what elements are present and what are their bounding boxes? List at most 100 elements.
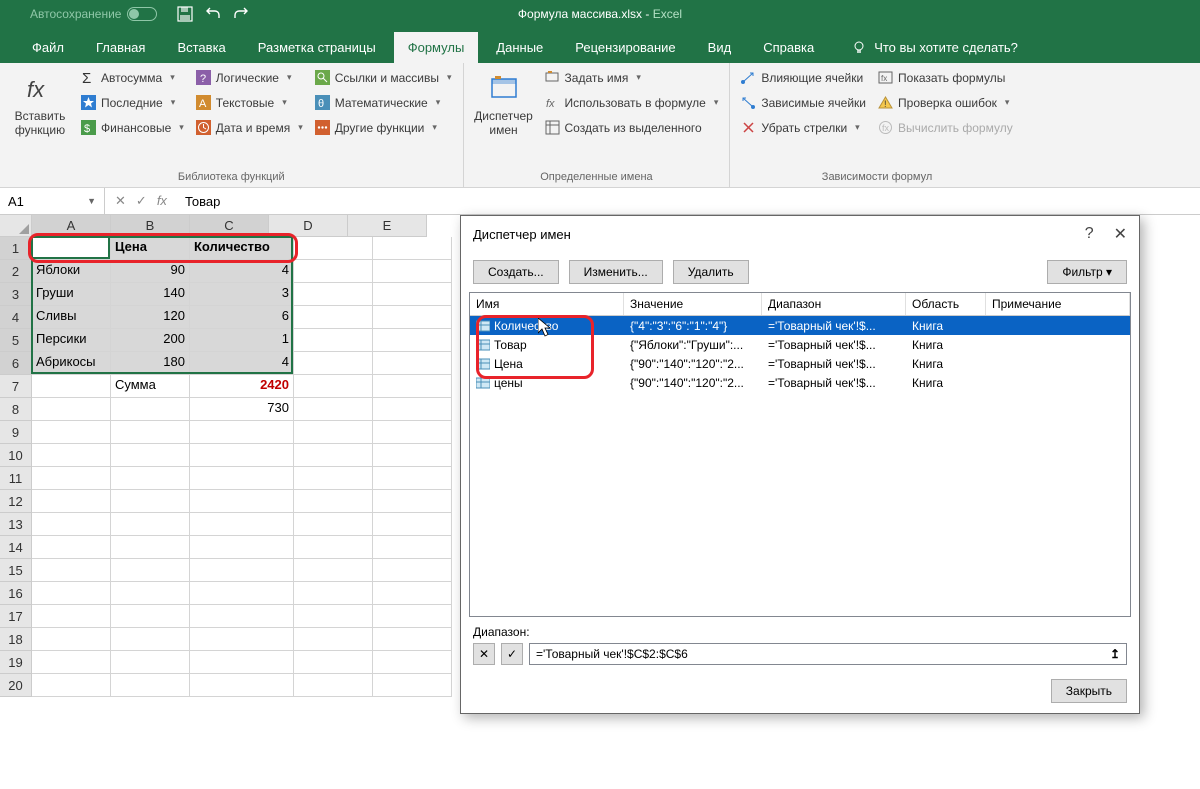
row-header[interactable]: 8 bbox=[0, 398, 32, 421]
cell[interactable] bbox=[294, 605, 373, 628]
row-header[interactable]: 3 bbox=[0, 283, 32, 306]
cell[interactable] bbox=[294, 559, 373, 582]
tab-help[interactable]: Справка bbox=[749, 32, 828, 63]
cell[interactable] bbox=[294, 260, 373, 283]
row-header[interactable]: 10 bbox=[0, 444, 32, 467]
cell[interactable] bbox=[294, 283, 373, 306]
cell[interactable]: 730 bbox=[190, 398, 294, 421]
row-header[interactable]: 18 bbox=[0, 628, 32, 651]
cell[interactable] bbox=[32, 651, 111, 674]
col-scope[interactable]: Область bbox=[906, 293, 986, 315]
autosum-button[interactable]: ΣАвтосумма bbox=[78, 69, 187, 86]
dialog-titlebar[interactable]: Диспетчер имен ? ✕ bbox=[461, 216, 1139, 252]
cell[interactable]: Груши bbox=[32, 283, 111, 306]
cell[interactable]: Яблоки bbox=[32, 260, 111, 283]
cell[interactable] bbox=[294, 651, 373, 674]
tell-me[interactable]: Что вы хотите сделать? bbox=[852, 32, 1018, 63]
cell[interactable] bbox=[294, 306, 373, 329]
help-icon[interactable]: ? bbox=[1085, 225, 1094, 243]
cell[interactable] bbox=[32, 559, 111, 582]
cell[interactable] bbox=[373, 444, 452, 467]
col-header[interactable]: B bbox=[111, 215, 190, 237]
row-header[interactable]: 5 bbox=[0, 329, 32, 352]
cell[interactable] bbox=[373, 628, 452, 651]
cell[interactable] bbox=[190, 674, 294, 697]
cell[interactable] bbox=[32, 605, 111, 628]
col-value[interactable]: Значение bbox=[624, 293, 762, 315]
cell[interactable] bbox=[294, 582, 373, 605]
row-header[interactable]: 15 bbox=[0, 559, 32, 582]
row-header[interactable]: 17 bbox=[0, 605, 32, 628]
tab-home[interactable]: Главная bbox=[82, 32, 159, 63]
tab-review[interactable]: Рецензирование bbox=[561, 32, 689, 63]
cell[interactable] bbox=[190, 467, 294, 490]
cell[interactable]: 140 bbox=[111, 283, 190, 306]
redo-icon[interactable] bbox=[233, 6, 249, 22]
cell[interactable] bbox=[373, 467, 452, 490]
cell[interactable] bbox=[294, 467, 373, 490]
cell[interactable] bbox=[190, 651, 294, 674]
col-comment[interactable]: Примечание bbox=[986, 293, 1130, 315]
cells-area[interactable]: ТоварЦенаКоличество Яблоки904 Груши1403 … bbox=[32, 237, 452, 697]
cell[interactable] bbox=[190, 444, 294, 467]
cell[interactable] bbox=[32, 582, 111, 605]
cell[interactable] bbox=[373, 513, 452, 536]
row-header[interactable]: 1 bbox=[0, 237, 32, 260]
row-header[interactable]: 6 bbox=[0, 352, 32, 375]
col-header[interactable]: E bbox=[348, 215, 427, 237]
row-header[interactable]: 20 bbox=[0, 674, 32, 697]
cell[interactable]: Абрикосы bbox=[32, 352, 111, 375]
cell[interactable]: Цена bbox=[111, 237, 190, 260]
cell[interactable] bbox=[294, 444, 373, 467]
row-header[interactable]: 13 bbox=[0, 513, 32, 536]
show-formulas-button[interactable]: fxПоказать формулы bbox=[875, 69, 1016, 86]
cell[interactable] bbox=[32, 674, 111, 697]
financial-button[interactable]: $Финансовые bbox=[78, 119, 187, 136]
row-header[interactable]: 12 bbox=[0, 490, 32, 513]
cell[interactable] bbox=[32, 490, 111, 513]
cell[interactable] bbox=[373, 375, 452, 398]
trace-precedents-button[interactable]: Влияющие ячейки bbox=[738, 69, 869, 86]
lookup-button[interactable]: Ссылки и массивы bbox=[312, 69, 455, 86]
recent-button[interactable]: Последние bbox=[78, 94, 187, 111]
row-header[interactable]: 7 bbox=[0, 375, 32, 398]
fx-icon[interactable]: fx bbox=[157, 193, 167, 209]
cell[interactable] bbox=[294, 628, 373, 651]
cell[interactable] bbox=[373, 490, 452, 513]
tab-file[interactable]: Файл bbox=[18, 32, 78, 63]
math-button[interactable]: θМатематические bbox=[312, 94, 455, 111]
cell[interactable] bbox=[373, 329, 452, 352]
cell[interactable]: Персики bbox=[32, 329, 111, 352]
cell[interactable] bbox=[111, 628, 190, 651]
cell[interactable] bbox=[373, 352, 452, 375]
row-header[interactable]: 9 bbox=[0, 421, 32, 444]
cell[interactable]: 200 bbox=[111, 329, 190, 352]
cell[interactable]: Товар bbox=[32, 237, 111, 260]
list-item[interactable]: Товар {"Яблоки":"Груши":... ='Товарный ч… bbox=[470, 335, 1130, 354]
cell[interactable] bbox=[32, 513, 111, 536]
autosave-toggle[interactable]: Автосохранение bbox=[30, 7, 157, 21]
cell[interactable] bbox=[32, 628, 111, 651]
cell[interactable] bbox=[32, 467, 111, 490]
cell[interactable] bbox=[190, 582, 294, 605]
row-header[interactable]: 14 bbox=[0, 536, 32, 559]
cell[interactable] bbox=[373, 306, 452, 329]
trace-dependents-button[interactable]: Зависимые ячейки bbox=[738, 94, 869, 111]
col-header[interactable]: A bbox=[32, 215, 111, 237]
collapse-dialog-icon[interactable]: ↥ bbox=[1110, 647, 1120, 661]
cell[interactable]: 1 bbox=[190, 329, 294, 352]
row-header[interactable]: 16 bbox=[0, 582, 32, 605]
cell[interactable] bbox=[111, 536, 190, 559]
cell[interactable] bbox=[373, 283, 452, 306]
cell[interactable] bbox=[190, 513, 294, 536]
cell[interactable] bbox=[373, 237, 452, 260]
name-manager-button[interactable]: Диспетчер имен bbox=[472, 69, 536, 142]
cell[interactable] bbox=[294, 398, 373, 421]
cell[interactable]: 4 bbox=[190, 260, 294, 283]
names-list[interactable]: Имя Значение Диапазон Область Примечание… bbox=[469, 292, 1131, 617]
edit-button[interactable]: Изменить... bbox=[569, 260, 663, 284]
cancel-icon[interactable]: ✕ bbox=[115, 193, 126, 209]
tab-layout[interactable]: Разметка страницы bbox=[244, 32, 390, 63]
save-icon[interactable] bbox=[177, 6, 193, 22]
cell[interactable] bbox=[111, 582, 190, 605]
